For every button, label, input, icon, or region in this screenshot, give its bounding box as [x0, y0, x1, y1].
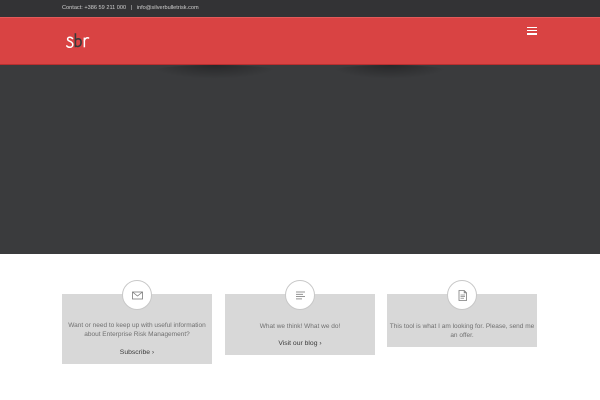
- offer-card[interactable]: This tool is what I am looking for. Plea…: [387, 280, 537, 347]
- blog-card: What we think! What we do! Visit our blo…: [225, 280, 375, 355]
- sbr-logo-mark: [66, 33, 90, 49]
- hero-banner: [0, 65, 600, 254]
- site-header: [0, 17, 600, 65]
- text-lines-icon: [285, 280, 315, 310]
- contact-separator: |: [130, 5, 133, 11]
- envelope-icon: [122, 280, 152, 310]
- blog-link[interactable]: Visit our blog ›: [225, 340, 375, 347]
- top-contact-bar: Contact: +386 59 211 000 | info@silverbu…: [0, 0, 600, 17]
- offer-text: This tool is what I am looking for. Plea…: [389, 323, 535, 340]
- subscribe-link[interactable]: Subscribe ›: [62, 349, 212, 356]
- hamburger-menu-icon[interactable]: [527, 27, 537, 37]
- contact-email[interactable]: info@silverbulletrisk.com: [137, 5, 199, 11]
- subscribe-text: Want or need to keep up with useful info…: [68, 322, 206, 339]
- hero-shadow-left: [150, 65, 280, 79]
- contact-info: Contact: +386 59 211 000 | info@silverbu…: [62, 5, 199, 11]
- blog-text: What we think! What we do!: [259, 323, 341, 330]
- contact-phone[interactable]: +386 59 211 000: [84, 5, 126, 11]
- hero-shadow-right: [330, 65, 450, 79]
- sbr-logo[interactable]: [66, 31, 92, 51]
- subscribe-card: Want or need to keep up with useful info…: [62, 280, 212, 364]
- document-icon: [447, 280, 477, 310]
- contact-label: Contact:: [62, 5, 83, 11]
